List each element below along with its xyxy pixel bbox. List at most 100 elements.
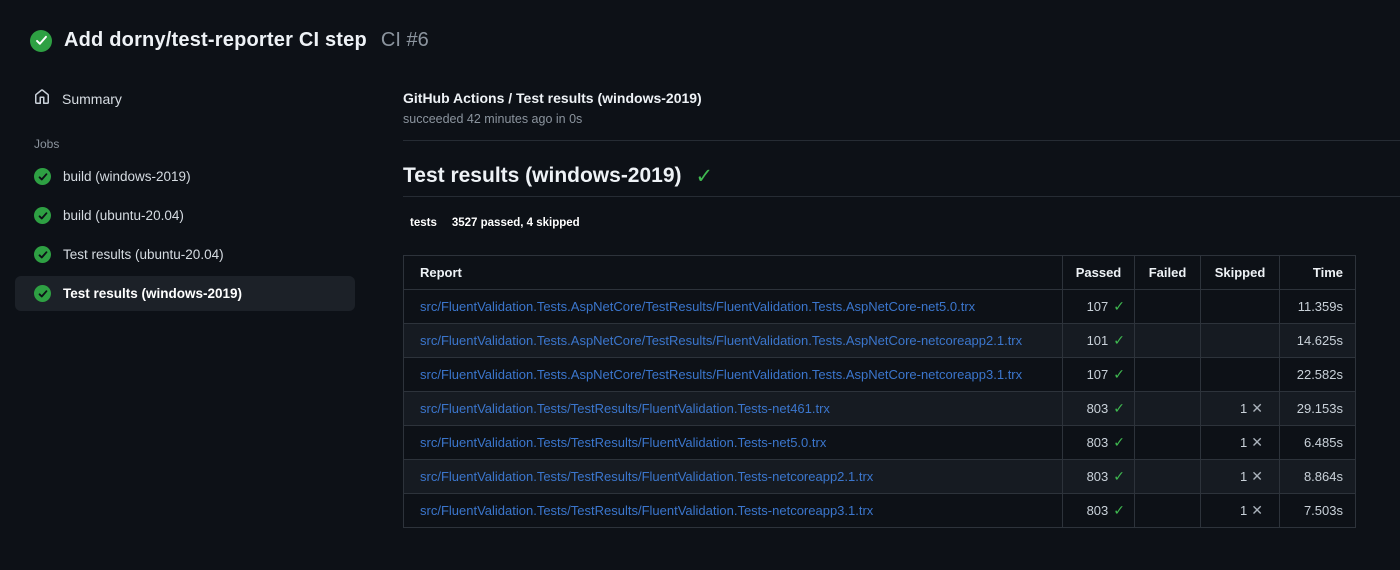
sidebar-job-item[interactable]: Test results (windows-2019) — [15, 276, 355, 311]
report-cell: src/FluentValidation.Tests.AspNetCore/Te… — [403, 289, 1063, 324]
failed-cell — [1134, 425, 1201, 460]
table-row: src/FluentValidation.Tests.AspNetCore/Te… — [403, 289, 1356, 324]
job-label: build (windows-2019) — [63, 169, 191, 184]
report-link[interactable]: src/FluentValidation.Tests.AspNetCore/Te… — [420, 299, 975, 314]
run-success-check-icon — [30, 29, 52, 52]
skipped-cross-icon: ✕ — [1251, 468, 1263, 484]
skipped-cross-icon: ✕ — [1251, 434, 1263, 450]
column-header-time: Time — [1279, 255, 1356, 290]
passed-check-icon: ✓ — [1113, 434, 1125, 450]
main-content: GitHub Actions / Test results (windows-2… — [373, 64, 1400, 528]
job-success-check-icon — [34, 207, 51, 224]
table-row: src/FluentValidation.Tests/TestResults/F… — [403, 459, 1356, 494]
passed-cell: 107 ✓ — [1062, 357, 1135, 392]
column-header-passed: Passed — [1062, 255, 1135, 290]
divider — [403, 140, 1400, 141]
column-header-skipped: Skipped — [1200, 255, 1280, 290]
check-run-title: GitHub Actions / Test results (windows-2… — [403, 90, 702, 106]
tests-badge-value: 3527 passed, 4 skipped — [451, 217, 580, 229]
report-link[interactable]: src/FluentValidation.Tests.AspNetCore/Te… — [420, 367, 1022, 382]
report-link[interactable]: src/FluentValidation.Tests.AspNetCore/Te… — [420, 333, 1022, 348]
summary-label: Summary — [62, 90, 122, 107]
report-link[interactable]: src/FluentValidation.Tests/TestResults/F… — [420, 503, 873, 518]
report-link[interactable]: src/FluentValidation.Tests/TestResults/F… — [420, 401, 830, 416]
passed-count: 803 — [1086, 469, 1109, 484]
skipped-cell — [1200, 323, 1280, 358]
skipped-cell: 1 ✕ — [1200, 391, 1280, 426]
skipped-cell: 1 ✕ — [1200, 493, 1280, 528]
table-row: src/FluentValidation.Tests.AspNetCore/Te… — [403, 323, 1356, 358]
sidebar-job-item[interactable]: build (windows-2019) — [15, 159, 355, 194]
skipped-count: 1 — [1240, 503, 1248, 518]
time-cell: 22.582s — [1279, 357, 1356, 392]
sidebar-job-item[interactable]: build (ubuntu-20.04) — [15, 198, 355, 233]
skipped-cross-icon: ✕ — [1251, 400, 1263, 416]
passed-count: 107 — [1086, 367, 1109, 382]
skipped-cell: 1 ✕ — [1200, 459, 1280, 494]
table-row: src/FluentValidation.Tests/TestResults/F… — [403, 391, 1356, 426]
report-cell: src/FluentValidation.Tests/TestResults/F… — [403, 493, 1063, 528]
run-header: Add dorny/test-reporter CI step CI #6 — [0, 0, 1400, 64]
skipped-count: 1 — [1240, 401, 1248, 416]
divider — [403, 196, 1400, 197]
failed-cell — [1134, 459, 1201, 494]
passed-count: 803 — [1086, 435, 1109, 450]
job-success-check-icon — [34, 285, 51, 302]
check-run-status: succeeded 42 minutes ago in 0s — [403, 112, 583, 126]
passed-cell: 803 ✓ — [1062, 493, 1135, 528]
job-label: build (ubuntu-20.04) — [63, 208, 184, 223]
table-row: src/FluentValidation.Tests/TestResults/F… — [403, 425, 1356, 460]
time-cell: 14.625s — [1279, 323, 1356, 358]
section-success-check-icon: ✓ — [695, 164, 714, 188]
test-results-table: Report Passed Failed Skipped Time src/Fl… — [403, 255, 1356, 528]
table-row: src/FluentValidation.Tests.AspNetCore/Te… — [403, 357, 1356, 392]
job-success-check-icon — [34, 246, 51, 263]
sidebar: Summary Jobs build (windows-2019) build (… — [0, 64, 373, 315]
time-cell: 8.864s — [1279, 459, 1356, 494]
job-label: Test results (ubuntu-20.04) — [63, 247, 224, 262]
passed-check-icon: ✓ — [1113, 468, 1125, 484]
report-cell: src/FluentValidation.Tests.AspNetCore/Te… — [403, 357, 1063, 392]
report-cell: src/FluentValidation.Tests/TestResults/F… — [403, 391, 1063, 426]
table-row: src/FluentValidation.Tests/TestResults/F… — [403, 493, 1356, 528]
tests-badge: tests 3527 passed, 4 skipped — [403, 213, 588, 233]
report-cell: src/FluentValidation.Tests/TestResults/F… — [403, 425, 1063, 460]
report-cell: src/FluentValidation.Tests.AspNetCore/Te… — [403, 323, 1063, 358]
sidebar-item-summary[interactable]: Summary — [15, 80, 355, 117]
passed-check-icon: ✓ — [1113, 298, 1125, 314]
failed-cell — [1134, 289, 1201, 324]
skipped-count: 1 — [1240, 469, 1248, 484]
sidebar-job-item[interactable]: Test results (ubuntu-20.04) — [15, 237, 355, 272]
column-header-failed: Failed — [1134, 255, 1201, 290]
section-title: Test results (windows-2019) — [403, 164, 682, 187]
home-icon — [34, 89, 50, 108]
passed-count: 803 — [1086, 401, 1109, 416]
passed-cell: 107 ✓ — [1062, 289, 1135, 324]
failed-cell — [1134, 391, 1201, 426]
tests-badge-label: tests — [410, 217, 437, 229]
failed-cell — [1134, 357, 1201, 392]
skipped-cell — [1200, 289, 1280, 324]
passed-cell: 803 ✓ — [1062, 391, 1135, 426]
report-link[interactable]: src/FluentValidation.Tests/TestResults/F… — [420, 435, 826, 450]
passed-cell: 803 ✓ — [1062, 459, 1135, 494]
table-header-row: Report Passed Failed Skipped Time — [403, 255, 1356, 290]
passed-cell: 803 ✓ — [1062, 425, 1135, 460]
workflow-run-page: Add dorny/test-reporter CI step CI #6 Su… — [0, 0, 1400, 570]
skipped-cell: 1 ✕ — [1200, 425, 1280, 460]
job-success-check-icon — [34, 168, 51, 185]
report-link[interactable]: src/FluentValidation.Tests/TestResults/F… — [420, 469, 873, 484]
passed-count: 803 — [1086, 503, 1109, 518]
passed-count: 101 — [1086, 333, 1109, 348]
skipped-cell — [1200, 357, 1280, 392]
run-title: Add dorny/test-reporter CI step — [64, 29, 367, 51]
job-list: build (windows-2019) build (ubuntu-20.04)… — [15, 159, 355, 315]
run-number: CI #6 — [380, 29, 429, 51]
column-header-report: Report — [403, 255, 1063, 290]
time-cell: 7.503s — [1279, 493, 1356, 528]
report-cell: src/FluentValidation.Tests/TestResults/F… — [403, 459, 1063, 494]
jobs-section-label: Jobs — [34, 137, 60, 151]
passed-check-icon: ✓ — [1113, 400, 1125, 416]
passed-check-icon: ✓ — [1113, 502, 1125, 518]
job-label: Test results (windows-2019) — [63, 286, 243, 301]
